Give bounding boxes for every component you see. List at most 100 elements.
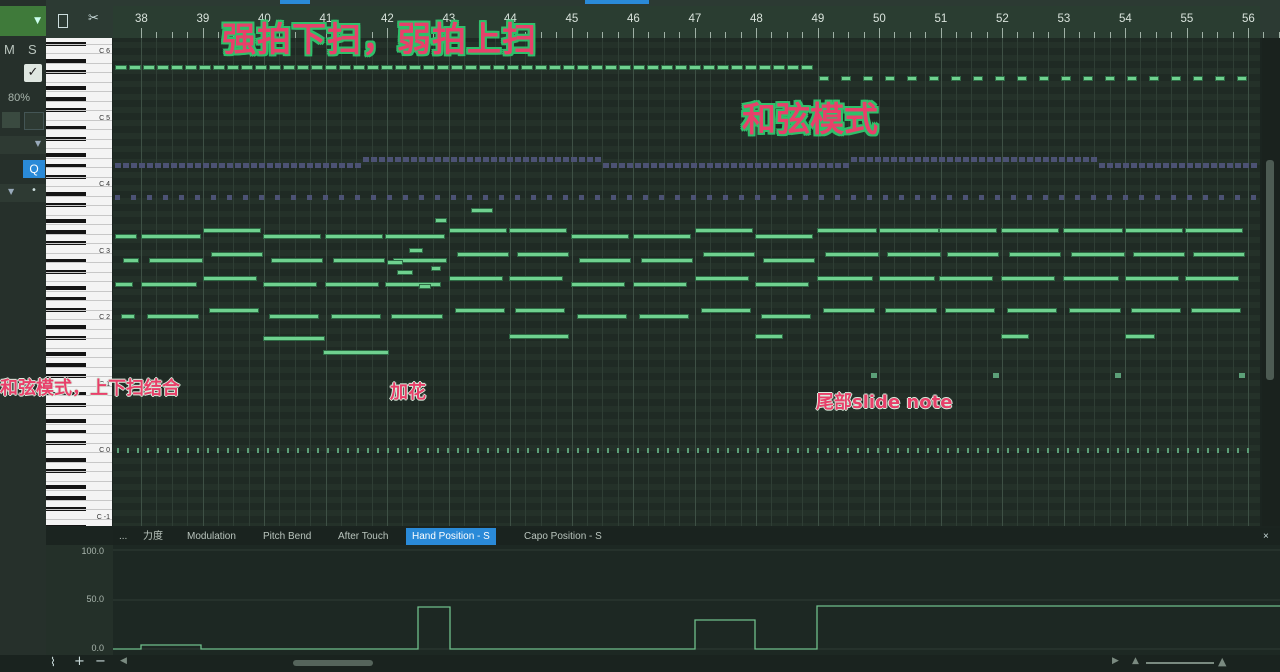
- ghost-note[interactable]: [635, 163, 641, 168]
- ghost-note[interactable]: [963, 195, 968, 200]
- slide-note[interactable]: [437, 448, 439, 453]
- ghost-note[interactable]: [947, 157, 953, 162]
- tool-icon[interactable]: [24, 112, 44, 130]
- ghost-note[interactable]: [987, 157, 993, 162]
- midi-note[interactable]: [945, 308, 995, 313]
- midi-note[interactable]: [939, 228, 997, 233]
- ghost-note[interactable]: [1203, 163, 1209, 168]
- ghost-note[interactable]: [291, 163, 297, 168]
- ghost-note[interactable]: [819, 163, 825, 168]
- ghost-note[interactable]: [131, 195, 136, 200]
- midi-note[interactable]: [755, 334, 783, 339]
- ghost-note[interactable]: [723, 163, 729, 168]
- midi-note[interactable]: [391, 314, 443, 319]
- slide-note[interactable]: [567, 448, 569, 453]
- slide-note[interactable]: [1047, 448, 1049, 453]
- tab-modulation[interactable]: Modulation: [187, 528, 236, 545]
- ghost-note[interactable]: [723, 195, 728, 200]
- ghost-note[interactable]: [467, 195, 472, 200]
- midi-note[interactable]: [571, 234, 629, 239]
- ghost-note[interactable]: [211, 163, 217, 168]
- ghost-note[interactable]: [859, 157, 865, 162]
- slide-note[interactable]: [1157, 448, 1159, 453]
- midi-note[interactable]: [763, 258, 815, 263]
- ghost-note[interactable]: [739, 195, 744, 200]
- slide-note[interactable]: [597, 448, 599, 453]
- slide-note[interactable]: [871, 373, 877, 378]
- slide-note[interactable]: [1227, 448, 1229, 453]
- slide-note[interactable]: [217, 448, 219, 453]
- dropdown-arrow-icon[interactable]: ▼: [34, 16, 41, 26]
- midi-note[interactable]: [331, 314, 381, 319]
- ghost-note[interactable]: [531, 157, 537, 162]
- midi-note[interactable]: [817, 228, 877, 233]
- midi-note[interactable]: [1215, 76, 1225, 81]
- ghost-note[interactable]: [1003, 157, 1009, 162]
- ghost-note[interactable]: [803, 195, 808, 200]
- slide-note[interactable]: [717, 448, 719, 453]
- ghost-note[interactable]: [227, 163, 233, 168]
- midi-note[interactable]: [323, 350, 389, 355]
- tab-more[interactable]: ...: [119, 528, 127, 545]
- ghost-note[interactable]: [1203, 195, 1208, 200]
- midi-note[interactable]: [283, 65, 295, 70]
- ghost-note[interactable]: [1027, 195, 1032, 200]
- midi-note[interactable]: [1171, 76, 1181, 81]
- midi-note[interactable]: [801, 65, 813, 70]
- ghost-note[interactable]: [891, 157, 897, 162]
- horizontal-scroll-thumb[interactable]: [293, 660, 373, 666]
- ghost-note[interactable]: [955, 157, 961, 162]
- ghost-note[interactable]: [1019, 157, 1025, 162]
- ghost-note[interactable]: [1251, 163, 1257, 168]
- velocity-percent[interactable]: 80%: [8, 92, 30, 104]
- ghost-note[interactable]: [547, 157, 553, 162]
- midi-note[interactable]: [571, 282, 625, 287]
- ghost-note[interactable]: [1235, 163, 1241, 168]
- ghost-note[interactable]: [787, 163, 793, 168]
- midi-note[interactable]: [409, 65, 421, 70]
- ghost-note[interactable]: [691, 195, 696, 200]
- slide-note[interactable]: [627, 448, 629, 453]
- ghost-note[interactable]: [243, 163, 249, 168]
- slide-note[interactable]: [317, 448, 319, 453]
- slide-note[interactable]: [707, 448, 709, 453]
- midi-note[interactable]: [493, 65, 505, 70]
- ghost-note[interactable]: [203, 163, 209, 168]
- midi-note[interactable]: [255, 65, 267, 70]
- slide-note[interactable]: [157, 448, 159, 453]
- ghost-note[interactable]: [515, 157, 521, 162]
- ghost-note[interactable]: [355, 195, 360, 200]
- slide-note[interactable]: [727, 448, 729, 453]
- slide-note[interactable]: [877, 448, 879, 453]
- mute-button[interactable]: M: [4, 42, 15, 57]
- slide-note[interactable]: [967, 448, 969, 453]
- slide-note[interactable]: [847, 448, 849, 453]
- ghost-note[interactable]: [1091, 195, 1096, 200]
- ghost-note[interactable]: [147, 195, 152, 200]
- slide-note[interactable]: [337, 448, 339, 453]
- slide-note[interactable]: [127, 448, 129, 453]
- slide-note[interactable]: [747, 448, 749, 453]
- ghost-note[interactable]: [995, 195, 1000, 200]
- ghost-note[interactable]: [819, 195, 824, 200]
- slide-note[interactable]: [247, 448, 249, 453]
- ghost-note[interactable]: [483, 195, 488, 200]
- ghost-note[interactable]: [507, 157, 513, 162]
- loop-marker[interactable]: [280, 0, 310, 4]
- slide-note[interactable]: [897, 448, 899, 453]
- midi-note[interactable]: [1191, 308, 1241, 313]
- midi-note[interactable]: [929, 76, 939, 81]
- scroll-right-icon[interactable]: ▶: [1112, 656, 1119, 666]
- midi-note[interactable]: [639, 314, 689, 319]
- ghost-note[interactable]: [171, 163, 177, 168]
- ghost-note[interactable]: [1099, 163, 1105, 168]
- ghost-note[interactable]: [843, 163, 849, 168]
- midi-note[interactable]: [385, 282, 441, 287]
- slide-note[interactable]: [977, 448, 979, 453]
- midi-note[interactable]: [907, 76, 917, 81]
- slide-note[interactable]: [497, 448, 499, 453]
- midi-note[interactable]: [211, 252, 263, 257]
- midi-note[interactable]: [1237, 76, 1247, 81]
- midi-note[interactable]: [703, 65, 715, 70]
- ghost-note[interactable]: [611, 195, 616, 200]
